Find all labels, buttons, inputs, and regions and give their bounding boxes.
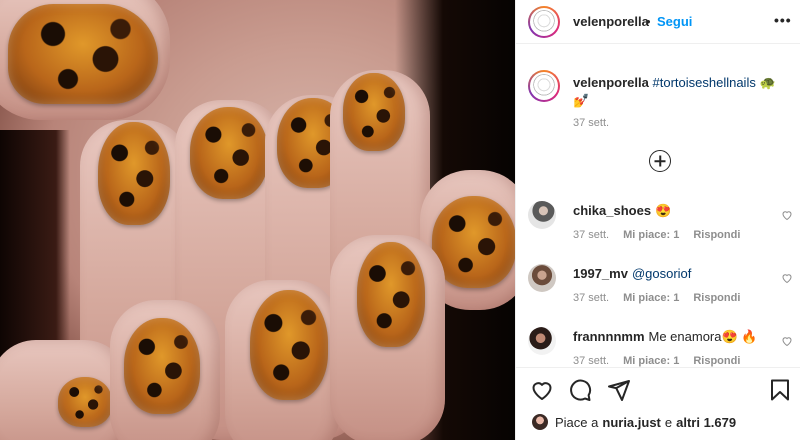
comment-username[interactable]: 1997_mv [573,266,628,281]
follow-button[interactable]: Segui [657,14,692,29]
action-bar [516,378,800,408]
nail [98,122,170,225]
comment-text: 1997_mv @gosoriof [573,266,691,282]
nail [58,377,112,427]
comment-text: frannnnmm Me enamora😍 🔥 [573,329,757,345]
caption-text: velenporella #tortoiseshellnails 🐢 💅 [573,74,788,110]
plus-circle-icon[interactable] [649,150,671,172]
comment-likes[interactable]: Mi piace: 1 [623,292,679,304]
post-photo[interactable] [0,0,515,440]
author-username[interactable]: velenporella [573,14,649,29]
comment-avatar[interactable] [528,201,556,229]
liker-avatar[interactable] [532,414,548,430]
liker-username[interactable]: nuria.just [602,415,661,430]
likes-conjunction: e [664,414,673,430]
nail [250,290,328,400]
likes-summary: Piace a nuria.just e altri 1.679 [532,414,740,430]
caption-hashtag[interactable]: #tortoiseshellnails [653,75,756,90]
reply-button[interactable]: Rispondi [693,355,740,367]
bookmark-icon[interactable] [768,378,792,402]
comment-likes[interactable]: Mi piace: 1 [623,355,679,367]
nail [343,73,405,151]
share-icon[interactable] [607,378,631,402]
caption-avatar[interactable] [528,70,560,102]
caption-timestamp[interactable]: 37 sett. [573,117,609,129]
reply-button[interactable]: Rispondi [693,229,740,241]
comment-meta: 37 sett. Mi piace: 1 Rispondi [573,355,740,367]
nail [190,107,268,199]
comment-meta: 37 sett. Mi piace: 1 Rispondi [573,229,740,241]
heart-icon[interactable] [530,378,554,402]
heart-icon[interactable] [781,272,793,284]
comment-likes[interactable]: Mi piace: 1 [623,229,679,241]
comment-icon[interactable] [568,378,592,402]
more-options-icon[interactable]: ••• [774,12,792,28]
comment-mention[interactable]: @gosoriof [632,266,691,281]
comment-item: frannnnmm Me enamora😍 🔥 37 sett. Mi piace… [528,327,793,377]
comment-time[interactable]: 37 sett. [573,355,609,367]
divider [516,367,800,368]
nail [124,318,200,414]
likes-count[interactable]: altri 1.679 [676,415,736,430]
comment-meta: 37 sett. Mi piace: 1 Rispondi [573,292,740,304]
comment-body: Me enamora😍 🔥 [648,329,758,344]
reply-button[interactable]: Rispondi [693,292,740,304]
caption-username[interactable]: velenporella [573,75,649,90]
comment-username[interactable]: chika_shoes [573,203,651,218]
comment-body: 😍 [655,203,672,218]
nail [357,242,425,347]
separator-dot: • [646,14,651,29]
comment-text: chika_shoes 😍 [573,203,671,219]
comment-username[interactable]: frannnnmm [573,329,645,344]
likes-prefix: Piace a [555,414,599,430]
post-header: velenporella • Segui ••• [516,0,800,44]
heart-icon[interactable] [781,335,793,347]
comment-item: 1997_mv @gosoriof 37 sett. Mi piace: 1 Ri… [528,264,793,314]
nail [8,4,158,104]
comment-time[interactable]: 37 sett. [573,229,609,241]
heart-icon[interactable] [781,209,793,221]
avatar[interactable] [528,6,560,38]
comment-avatar[interactable] [528,264,556,292]
comment-item: chika_shoes 😍 37 sett. Mi piace: 1 Rispon… [528,201,793,251]
comment-time[interactable]: 37 sett. [573,292,609,304]
comment-avatar[interactable] [528,327,556,355]
post-side-panel: velenporella • Segui ••• velenporella #t… [515,0,800,440]
